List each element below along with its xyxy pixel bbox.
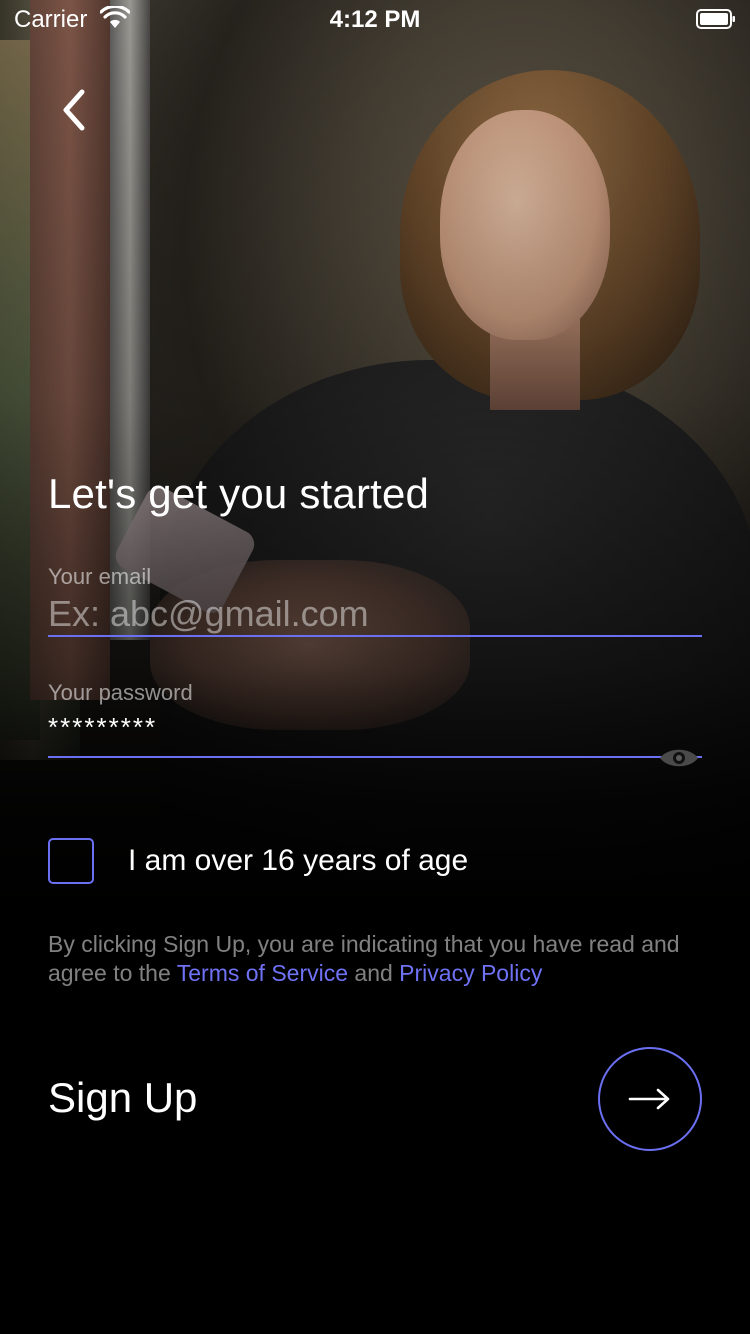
- signup-label[interactable]: Sign Up: [48, 1074, 197, 1122]
- chevron-left-icon: [63, 89, 85, 131]
- terms-of-service-link[interactable]: Terms of Service: [177, 960, 348, 986]
- password-underline: [48, 756, 702, 758]
- age-checkbox-row[interactable]: I am over 16 years of age: [48, 838, 468, 884]
- page-title: Let's get you started: [48, 470, 430, 517]
- signup-button[interactable]: [598, 1047, 702, 1151]
- back-button[interactable]: [48, 82, 98, 138]
- password-label: Your password: [48, 680, 193, 705]
- arrow-right-icon: [628, 1088, 670, 1110]
- signup-screen: Carrier 4:12 PM Let's get you started Yo…: [0, 0, 750, 1334]
- terms-connector: and: [354, 960, 393, 986]
- age-checkbox[interactable]: [48, 838, 94, 884]
- email-input[interactable]: [48, 592, 702, 636]
- email-label: Your email: [48, 564, 152, 589]
- status-bar: Carrier 4:12 PM: [0, 0, 750, 40]
- privacy-policy-link[interactable]: Privacy Policy: [399, 960, 542, 986]
- password-input[interactable]: [48, 710, 702, 744]
- battery-icon: [696, 9, 735, 29]
- email-underline: [48, 635, 702, 637]
- clock: 4:12 PM: [329, 6, 421, 33]
- terms-text: By clicking Sign Up, you are indicating …: [48, 930, 708, 988]
- age-checkbox-label: I am over 16 years of age: [128, 844, 469, 877]
- eye-icon[interactable]: [658, 744, 700, 772]
